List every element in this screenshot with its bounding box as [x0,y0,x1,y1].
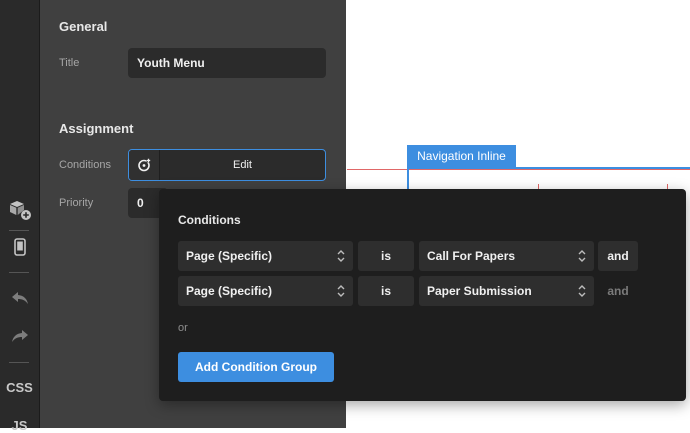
js-button[interactable]: JS [0,418,39,433]
select-chevron-icon [578,285,586,297]
general-heading: General [59,19,108,34]
toolbar-divider [9,272,29,273]
add-condition-group-button[interactable]: Add Condition Group [178,352,334,382]
condition-type-select[interactable]: Page (Specific) [178,276,353,306]
and-button[interactable]: and [598,241,638,271]
conditions-popup: Conditions Page (Specific) is Call For P… [159,189,686,401]
components-add-icon[interactable] [0,198,39,222]
title-label: Title [59,57,80,69]
title-input[interactable]: Youth Menu [128,48,326,78]
select-chevron-icon [337,285,345,297]
undo-icon[interactable] [0,288,39,308]
condition-type-value: Page (Specific) [186,284,273,298]
guide-line [347,169,690,170]
popup-title: Conditions [178,213,241,227]
and-link[interactable]: and [598,276,638,306]
element-outline-top [407,167,690,169]
condition-operator[interactable]: is [358,276,414,306]
conditions-edit-button[interactable]: Edit [160,150,325,180]
left-toolbar: CSS JS [0,0,40,433]
priority-label: Priority [59,197,94,209]
select-chevron-icon [578,250,586,262]
condition-operator[interactable]: is [358,241,414,271]
conditions-icon[interactable] [129,150,160,180]
element-outline-left [407,167,409,191]
condition-type-value: Page (Specific) [186,249,273,263]
assignment-heading: Assignment [59,121,134,136]
or-label: or [178,322,188,334]
conditions-field: Edit [128,149,326,181]
condition-value-select[interactable]: Paper Submission [419,276,594,306]
select-chevron-icon [337,250,345,262]
condition-value: Paper Submission [427,284,532,298]
css-button[interactable]: CSS [0,380,39,395]
mobile-device-icon[interactable] [0,236,39,258]
condition-value-select[interactable]: Call For Papers [419,241,594,271]
conditions-label: Conditions [59,159,111,171]
toolbar-divider [9,362,29,363]
condition-value: Call For Papers [427,249,516,263]
toolbar-divider [9,230,29,231]
redo-icon[interactable] [0,326,39,346]
element-tag-navigation-inline[interactable]: Navigation Inline [407,145,516,167]
condition-type-select[interactable]: Page (Specific) [178,241,353,271]
